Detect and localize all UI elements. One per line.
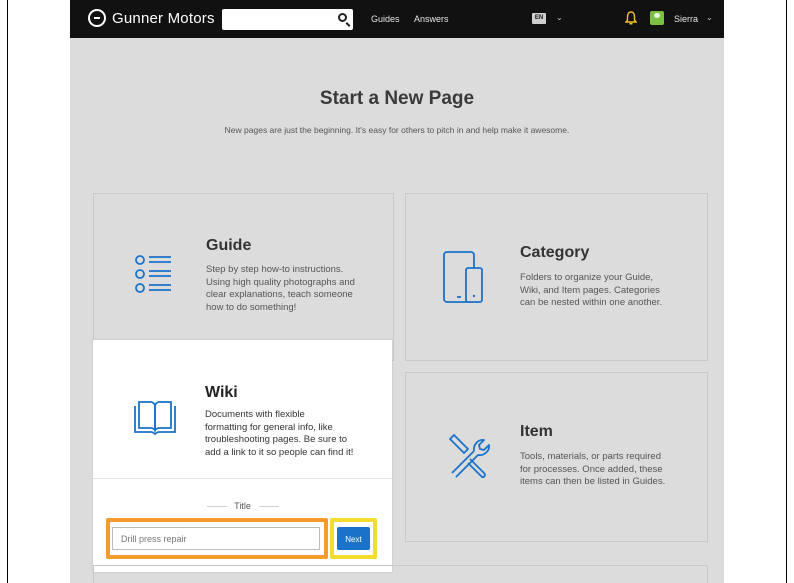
- card-guide[interactable]: Guide Step by step how-to instructions. …: [93, 193, 394, 361]
- card-category-title: Category: [520, 244, 590, 261]
- next-button[interactable]: Next: [337, 527, 370, 550]
- search-icon[interactable]: [338, 13, 347, 22]
- devices-icon: [443, 251, 483, 303]
- page-subtitle: New pages are just the beginning. It's e…: [224, 125, 570, 135]
- divider: [93, 478, 392, 479]
- brand-logo[interactable]: Gunner Motors: [88, 9, 215, 27]
- top-navbar: Gunner Motors Guides Answers EN ⌄ Sierra…: [70, 0, 724, 38]
- book-icon: [134, 401, 176, 436]
- language-badge[interactable]: EN: [532, 13, 546, 24]
- title-input[interactable]: [112, 527, 320, 550]
- card-guide-description: Step by step how-to instructions. Using …: [206, 264, 355, 313]
- chevron-down-icon[interactable]: ⌄: [706, 13, 713, 22]
- frame-right-border: [786, 0, 787, 583]
- card-partial: [93, 565, 708, 583]
- app-window: Gunner Motors Guides Answers EN ⌄ Sierra…: [70, 0, 724, 583]
- brand-name: Gunner Motors: [112, 9, 215, 27]
- title-field-label: Title: [234, 501, 251, 511]
- search-input[interactable]: [222, 9, 353, 30]
- card-category-description: Folders to organize your Guide, Wiki, an…: [520, 272, 663, 308]
- list-icon: [135, 255, 171, 293]
- divider: [259, 506, 279, 507]
- tools-icon: [449, 434, 490, 479]
- card-guide-title: Guide: [206, 237, 252, 254]
- chevron-down-icon[interactable]: ⌄: [556, 13, 563, 22]
- card-item[interactable]: Item Tools, materials, or parts required…: [405, 372, 708, 542]
- card-wiki-description: Documents with flexible formatting for g…: [205, 409, 354, 458]
- brand-mark-icon: [88, 9, 106, 27]
- user-name[interactable]: Sierra: [674, 14, 698, 24]
- avatar[interactable]: [650, 11, 664, 25]
- card-wiki-title: Wiki: [205, 384, 238, 401]
- card-item-description: Tools, materials, or parts required for …: [520, 451, 666, 487]
- card-wiki[interactable]: Wiki Documents with flexible formatting …: [93, 340, 392, 572]
- bell-icon[interactable]: [625, 11, 637, 25]
- nav-guides[interactable]: Guides: [371, 14, 400, 24]
- card-category[interactable]: Category Folders to organize your Guide,…: [405, 193, 708, 361]
- page-title: Start a New Page: [319, 88, 475, 109]
- nav-answers[interactable]: Answers: [414, 14, 449, 24]
- card-item-title: Item: [520, 423, 553, 440]
- frame-left-border: [7, 0, 8, 583]
